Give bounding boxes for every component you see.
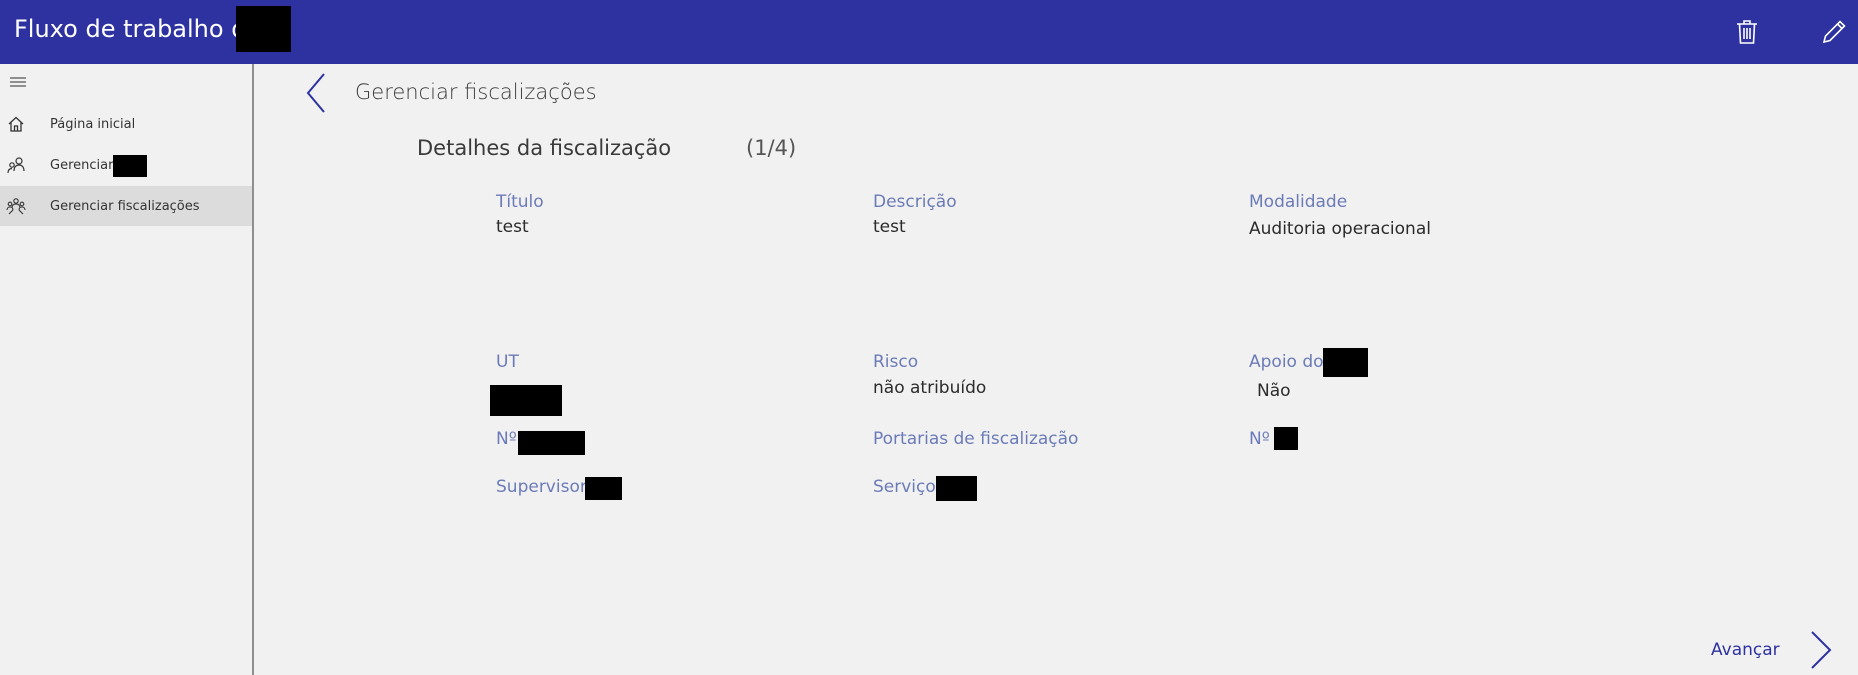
field-label-portarias: Portarias de fiscalização bbox=[873, 429, 1079, 449]
pencil-icon bbox=[1822, 20, 1846, 44]
redacted-block bbox=[1323, 348, 1368, 377]
sidebar-item-gerenciar[interactable]: Gerenciar bbox=[0, 145, 252, 185]
next-chevron-icon[interactable] bbox=[1806, 628, 1836, 672]
field-value-apoio: Não bbox=[1257, 381, 1291, 401]
group-icon bbox=[6, 196, 26, 216]
sidebar-item-label: Gerenciar fiscalizações bbox=[50, 198, 200, 214]
page-counter: (1/4) bbox=[746, 136, 797, 160]
field-label-apoio: Apoio do bbox=[1249, 352, 1324, 372]
back-chevron-icon[interactable] bbox=[300, 70, 334, 116]
field-label-numero: Nº bbox=[496, 429, 517, 449]
field-label-servico: Serviço bbox=[873, 477, 936, 497]
field-value-risco: não atribuído bbox=[873, 378, 987, 398]
redacted-block bbox=[518, 431, 585, 455]
field-label-supervisor: Supervisor bbox=[496, 477, 587, 497]
redacted-block bbox=[113, 155, 147, 177]
page-title: Gerenciar fiscalizações bbox=[355, 80, 597, 104]
hamburger-icon[interactable] bbox=[8, 74, 28, 90]
field-value-descricao: test bbox=[873, 217, 906, 237]
section-heading: Detalhes da fiscalização bbox=[417, 136, 672, 160]
people-icon bbox=[6, 155, 26, 175]
field-label-modalidade: Modalidade bbox=[1249, 192, 1348, 212]
trash-icon bbox=[1737, 20, 1757, 44]
sidebar-item-label: Gerenciar bbox=[50, 157, 114, 173]
delete-button[interactable] bbox=[1725, 10, 1769, 54]
field-value-titulo: test bbox=[496, 217, 529, 237]
app-title: Fluxo de trabalho do bbox=[14, 15, 262, 43]
redacted-block bbox=[1274, 427, 1298, 450]
sidebar: Página inicial Gerenciar Gerenciar fisca… bbox=[0, 64, 254, 675]
sidebar-item-label: Página inicial bbox=[50, 116, 136, 132]
field-value-modalidade: Auditoria operacional bbox=[1249, 219, 1431, 239]
redacted-block bbox=[936, 476, 977, 501]
edit-button[interactable] bbox=[1812, 10, 1856, 54]
redacted-block bbox=[490, 385, 562, 416]
sidebar-item-home[interactable]: Página inicial bbox=[0, 104, 252, 144]
redacted-block bbox=[585, 477, 622, 500]
field-label-titulo: Título bbox=[496, 192, 544, 212]
field-label-numero: Nº bbox=[1249, 429, 1270, 449]
field-label-descricao: Descrição bbox=[873, 192, 957, 212]
next-button-label[interactable]: Avançar bbox=[1711, 640, 1780, 660]
home-icon bbox=[6, 114, 26, 134]
sidebar-item-gerenciar-fiscalizacoes[interactable]: Gerenciar fiscalizações bbox=[0, 186, 252, 226]
redacted-block bbox=[236, 6, 291, 52]
app-header: Fluxo de trabalho do bbox=[0, 0, 1858, 64]
field-label-risco: Risco bbox=[873, 352, 919, 372]
field-label-ut: UT bbox=[496, 352, 519, 372]
